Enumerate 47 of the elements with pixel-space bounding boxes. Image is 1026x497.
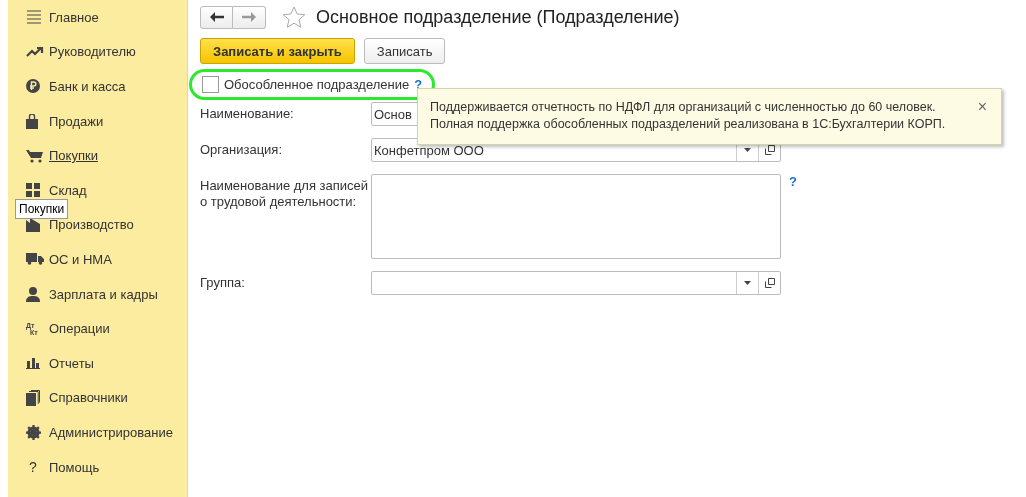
window-title: Основное подразделение (Подразделение) [316, 6, 680, 28]
notification-text: Полная поддержка обособленных подразделений реализована в 1С:Бухгалтерии КОРП. [430, 116, 947, 133]
sidebar-item[interactable]: Операции [49, 321, 110, 337]
sidebar-item[interactable]: Банк и касса [49, 79, 126, 94]
help-link[interactable]: ? [789, 174, 797, 189]
select-field[interactable] [371, 271, 781, 295]
settings-icon [26, 424, 41, 440]
field-label: Наименование для записей о трудовой деятельности: [200, 177, 370, 210]
back-button[interactable] [200, 5, 233, 29]
sidebar-item[interactable]: Руководителю [49, 44, 136, 60]
sidebar-item[interactable]: Склад [49, 182, 87, 198]
sidebar-item[interactable]: Отчеты [49, 355, 94, 371]
checkbox[interactable] [202, 76, 219, 93]
trend-icon [26, 46, 44, 57]
field-label: Наименование: [200, 105, 295, 122]
sidebar-item[interactable]: Зарплата и кадры [49, 286, 158, 302]
sidebar-item[interactable]: Администрирование [49, 424, 173, 440]
sidebar-item[interactable]: Производство [49, 217, 134, 233]
bar-chart-icon [26, 357, 40, 369]
sidebar-item[interactable]: ОС и НМА [49, 251, 112, 267]
sidebar-item[interactable]: Покупки [49, 148, 98, 164]
sidebar-item[interactable]: Справочники [49, 390, 128, 406]
field-label: Организация: [200, 141, 284, 158]
cart-icon [26, 148, 43, 163]
help-icon: ? [29, 459, 37, 475]
right-arrow-icon [242, 12, 256, 22]
save-button[interactable]: Записать [363, 38, 446, 64]
sidebar-item[interactable]: Продажи [49, 113, 104, 129]
bag-icon [26, 113, 38, 129]
person-icon [26, 286, 40, 302]
tooltip: Покупки [15, 199, 69, 219]
sidebar-item[interactable]: Помощь [49, 459, 100, 475]
notification-text: Поддерживается отчетность по НДФЛ для организаций с численностью до 60 человек. [430, 99, 937, 116]
ruble-icon [26, 79, 40, 94]
field-label: Группа: [200, 274, 246, 291]
left-arrow-icon [209, 12, 224, 22]
save-close-button[interactable]: Записать и закрыть [200, 38, 355, 64]
checkbox-label: Обособленное подразделение [224, 77, 410, 92]
books-icon [26, 389, 40, 406]
grid-icon [26, 183, 40, 198]
menu-icon [26, 10, 42, 25]
text-area[interactable] [371, 174, 781, 259]
truck-icon [26, 253, 44, 266]
sidebar-item[interactable]: Главное [49, 9, 99, 25]
factory-icon [26, 217, 40, 232]
star-icon[interactable] [282, 5, 306, 29]
close-button[interactable]: × [977, 99, 987, 144]
